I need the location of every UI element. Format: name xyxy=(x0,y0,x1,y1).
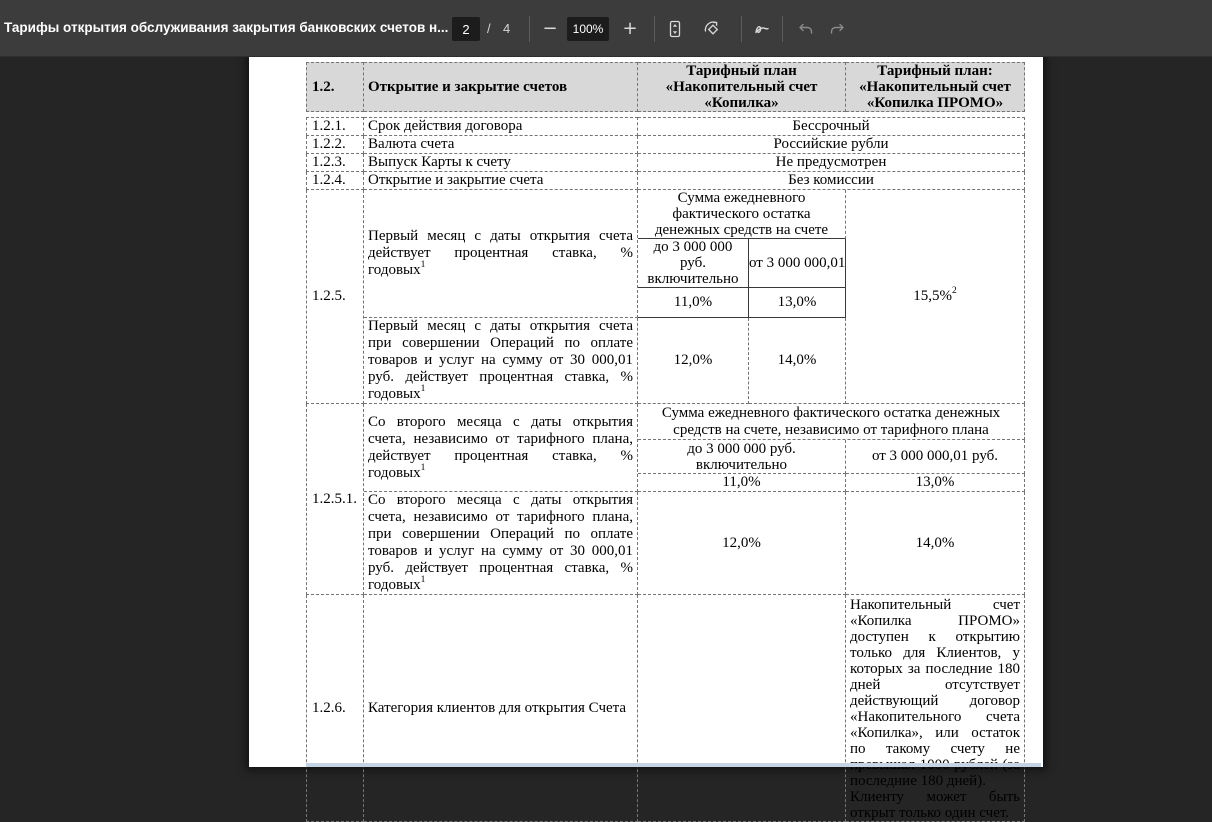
header-section-title: Открытие и закрытие счетов xyxy=(364,62,638,112)
cell-rate: 11,0% xyxy=(638,288,749,318)
cell-label: Срок действия договора xyxy=(364,117,638,136)
page-total-count: 4 xyxy=(503,21,511,36)
footnote-ref: 2 xyxy=(952,286,957,296)
rotate-icon xyxy=(702,19,722,39)
redo-button[interactable] xyxy=(822,13,854,45)
cell-value: Без комиссии xyxy=(638,172,1025,190)
rotate-button[interactable] xyxy=(696,13,728,45)
toolbar-divider xyxy=(654,16,655,42)
undo-button[interactable] xyxy=(789,13,821,45)
document-title: Тарифы открытия обслуживания закрытия ба… xyxy=(4,20,449,35)
cell-description: Со второго месяца с даты открытия счета,… xyxy=(364,404,638,492)
cell-description: Первый месяц с даты открытия счета дейст… xyxy=(364,190,638,318)
cell-range: до 3 000 000 руб. включительно xyxy=(638,239,749,288)
footnote-ref: 1 xyxy=(420,575,426,585)
cell-label: Выпуск Карты к счету xyxy=(364,154,638,172)
zoom-out-button[interactable]: − xyxy=(534,13,566,45)
fit-to-page-icon xyxy=(665,19,685,39)
minus-icon: − xyxy=(542,18,558,39)
table-header-row: 1.2. Открытие и закрытие счетов Тарифный… xyxy=(306,62,1025,112)
cell-label: Открытие и закрытие счета xyxy=(364,172,638,190)
cell-rate: 14,0% xyxy=(749,318,846,404)
tariff-table: 1.2. Открытие и закрытие счетов Тарифный… xyxy=(306,62,1025,822)
cell-description: Со второго месяца с даты открытия счета,… xyxy=(364,492,638,595)
cell-rate: 13,0% xyxy=(846,474,1025,492)
cell-plan2-conditions: Накопительный счет «Копилка ПРОМО» досту… xyxy=(846,595,1025,822)
cell-promo-rate: 15,5%2 xyxy=(846,190,1025,404)
zoom-level: 100% xyxy=(567,17,609,41)
table-row: 1.2.3. Выпуск Карты к счету Не предусмот… xyxy=(306,154,1025,172)
toolbar-divider xyxy=(782,16,783,42)
next-row-highlight xyxy=(306,763,1041,767)
toolbar-divider xyxy=(741,16,742,42)
table-row-126: 1.2.6. Категория клиентов для открытия С… xyxy=(306,595,1025,822)
cell-label: Валюта счета xyxy=(364,136,638,154)
page-number-input[interactable] xyxy=(452,17,480,41)
footnote-ref: 1 xyxy=(420,384,426,394)
cell-number: 1.2.3. xyxy=(306,154,364,172)
cell-value: Российские рубли xyxy=(638,136,1025,154)
cell-number: 1.2.1. xyxy=(306,117,364,136)
cell-rate: 12,0% xyxy=(638,492,846,595)
cell-rate: 11,0% xyxy=(638,474,846,492)
footnote-ref: 1 xyxy=(420,260,426,270)
cell-rate: 14,0% xyxy=(846,492,1025,595)
toolbar-divider xyxy=(529,16,530,42)
cell-number: 1.2.6. xyxy=(306,595,364,822)
cell-balance-header: Сумма ежедневного фактического остатка д… xyxy=(638,190,846,239)
table-row: 1.2.1. Срок действия договора Бессрочный xyxy=(306,117,1025,136)
table-row: 1.2.2. Валюта счета Российские рубли xyxy=(306,136,1025,154)
cell-value: Бессрочный xyxy=(638,117,1025,136)
cell-label: Категория клиентов для открытия Счета xyxy=(364,595,638,822)
cell-rate: 13,0% xyxy=(749,288,846,318)
table-row-125: 1.2.5. Первый месяц с даты открытия счет… xyxy=(306,190,1025,404)
cell-value: Не предусмотрен xyxy=(638,154,1025,172)
cell-rate: 12,0% xyxy=(638,318,749,404)
cell-range: до 3 000 000 руб. включительно xyxy=(638,440,846,474)
footnote-ref: 1 xyxy=(420,462,426,473)
cell-balance-header: Сумма ежедневного фактического остатка д… xyxy=(638,404,1025,440)
zoom-in-button[interactable]: + xyxy=(614,13,646,45)
draw-ink-icon xyxy=(752,19,772,39)
cell-description: Первый месяц с даты открытия счета при с… xyxy=(364,318,638,404)
cell-number: 1.2.4. xyxy=(306,172,364,190)
header-plan-kopilka: Тарифный план «Накопительный счет «Копил… xyxy=(638,62,846,112)
table-row-1251: 1.2.5.1. Со второго месяца с даты открыт… xyxy=(306,404,1025,595)
undo-icon xyxy=(795,19,815,39)
cell-range: от 3 000 000,01 руб. xyxy=(846,440,1025,474)
cell-number: 1.2.2. xyxy=(306,136,364,154)
draw-button[interactable] xyxy=(746,13,778,45)
cell-plan1-empty xyxy=(638,595,846,822)
cell-range: от 3 000 000,01 xyxy=(749,239,846,288)
pdf-canvas[interactable]: 1.2. Открытие и закрытие счетов Тарифный… xyxy=(0,57,1212,822)
redo-icon xyxy=(828,19,848,39)
header-plan-kopilka-promo: Тарифный план: «Накопительный счет «Копи… xyxy=(846,62,1025,112)
pdf-page: 1.2. Открытие и закрытие счетов Тарифный… xyxy=(249,57,1043,822)
fit-to-page-button[interactable] xyxy=(659,13,691,45)
cell-number: 1.2.5.1. xyxy=(306,404,364,595)
plus-icon: + xyxy=(622,18,638,39)
table-row: 1.2.4. Открытие и закрытие счета Без ком… xyxy=(306,172,1025,190)
header-section-number: 1.2. xyxy=(306,62,364,112)
cell-number: 1.2.5. xyxy=(306,190,364,404)
pdf-toolbar: Тарифы открытия обслуживания закрытия ба… xyxy=(0,0,1212,57)
table-row-1251-operations: Со второго месяца с даты открытия счета,… xyxy=(306,492,1025,595)
page-separator: / xyxy=(487,21,491,36)
